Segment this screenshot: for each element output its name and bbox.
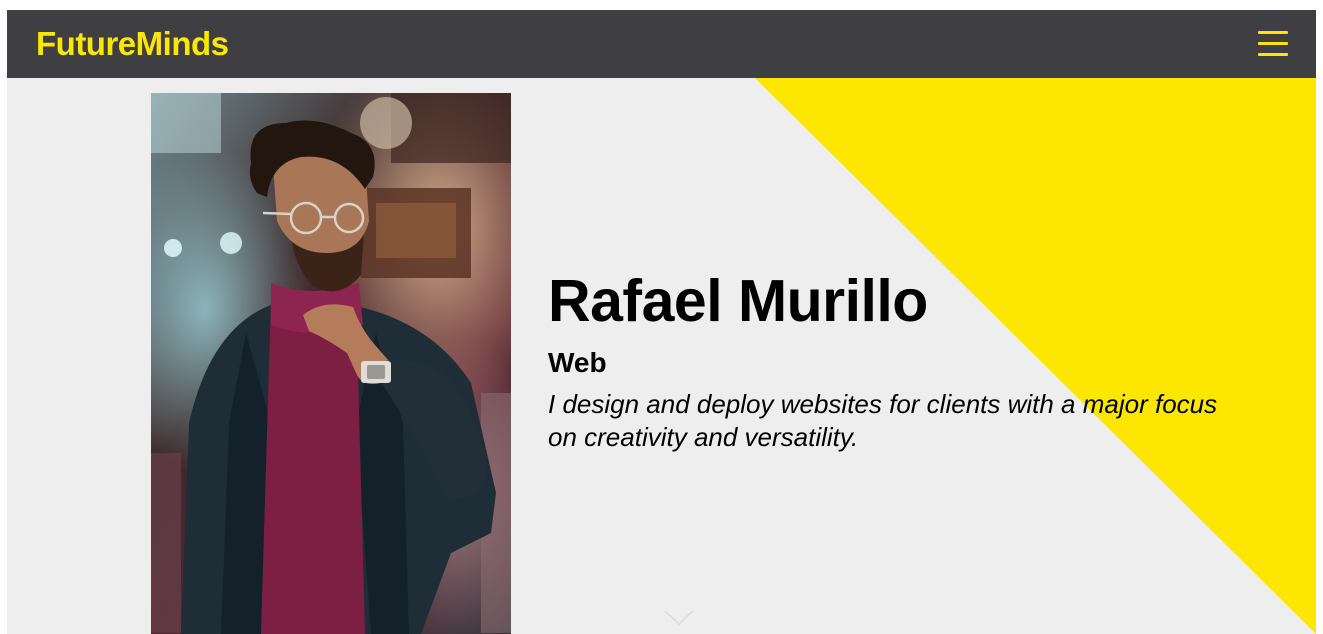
hamburger-menu-icon[interactable] — [1256, 29, 1290, 59]
navbar: FutureMinds — [7, 10, 1316, 78]
page-frame: FutureMinds Rafael Murillo Web I design … — [7, 10, 1316, 634]
hero-name: Rafael Murillo — [548, 268, 928, 334]
brand-logo[interactable]: FutureMinds — [36, 24, 229, 64]
hero-description: I design and deploy websites for clients… — [548, 389, 1218, 452]
hero-text-block: Rafael Murillo Web I design and deploy w… — [548, 266, 1248, 454]
hero-section: Rafael Murillo Web I design and deploy w… — [7, 78, 1316, 634]
hero-role: Web — [548, 347, 607, 378]
chevron-down-icon[interactable] — [663, 608, 695, 628]
portrait-photo — [151, 93, 511, 634]
